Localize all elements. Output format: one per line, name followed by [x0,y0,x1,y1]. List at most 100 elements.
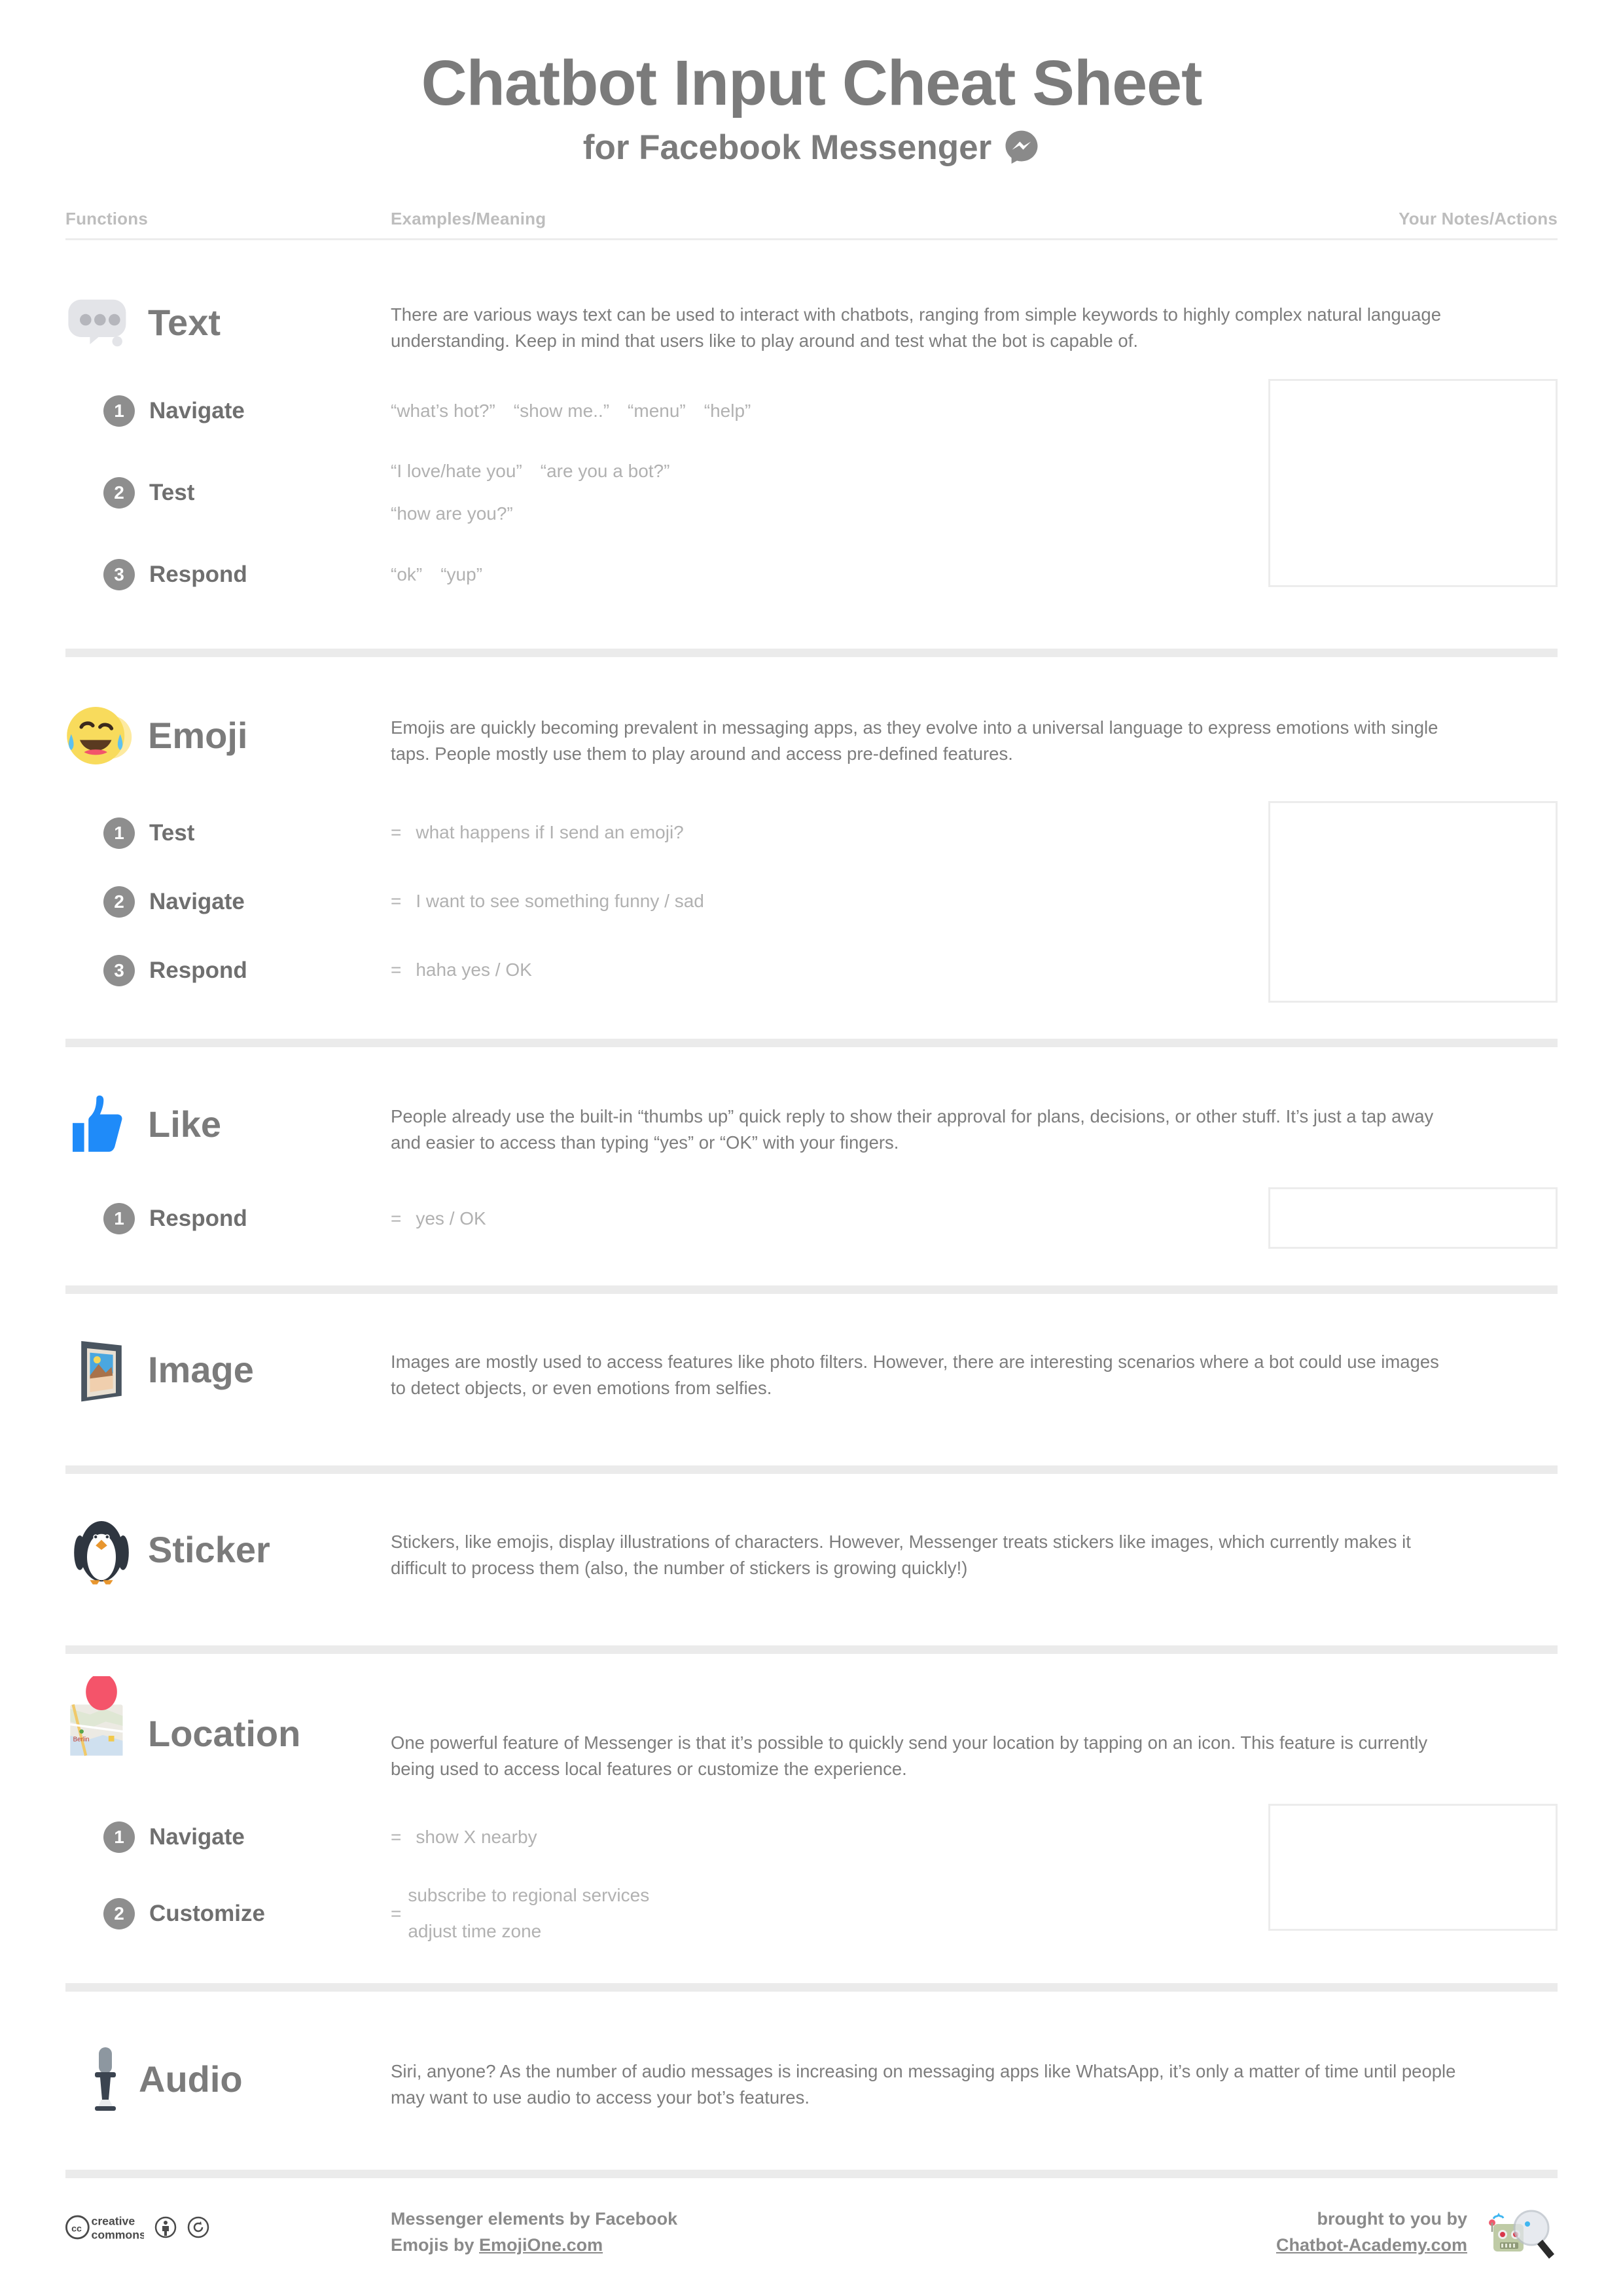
section-image: Image Images are mostly used to access f… [65,1331,1558,1409]
row-examples: “what’s hot?” “show me..” “menu” “help” [391,398,1268,425]
row-function-label: Navigate [149,1823,245,1850]
equals-sign: = [391,891,402,912]
svg-text:cc: cc [71,2223,82,2233]
section-divider [65,1039,1558,1047]
example-item: “ok” [391,564,423,584]
section-location-rows: 1 Navigate = show X nearby 2 Customize = [65,1801,1268,1954]
example-item: “help” [704,400,751,421]
row-examples: “ok” “yup” [391,562,1268,588]
section-location-description: One powerful feature of Messenger is tha… [391,1732,1428,1780]
equals-sign: = [391,1208,402,1229]
section-text-heading: Text [65,283,391,362]
creative-commons-icon: cc creative commons [65,2206,144,2249]
example-item: I want to see something funny / sad [416,891,704,912]
row-function-label: Navigate [149,888,245,914]
section-emoji-heading: Emoji [65,696,391,775]
row-examples: “I love/hate you” “are you a bot?” “how a… [391,458,1268,527]
svg-text:creative: creative [92,2214,135,2227]
row-number-badge: 1 [103,1203,135,1234]
robot-magnifier-icon [1479,2206,1558,2269]
page-header: Chatbot Input Cheat Sheet for Facebook M… [0,0,1623,166]
section-divider [65,649,1558,657]
notes-box-like[interactable] [1268,1187,1558,1249]
page-subtitle: for Facebook Messenger [582,128,992,167]
section-image-description: Images are mostly used to access feature… [391,1352,1439,1399]
example-item: yes / OK [416,1208,486,1229]
section-audio-heading: Audio [65,2040,391,2119]
messenger-logo-icon [1003,129,1040,166]
section-audio-description: Siri, anyone? As the number of audio mes… [391,2060,1456,2108]
section-text: Text There are various ways text can be … [65,283,1558,611]
section-location-title: Location [148,1713,301,1754]
row-number-badge: 3 [103,954,135,986]
section-text-description: There are various ways text can be used … [391,304,1441,351]
section-audio-title: Audio [139,2058,243,2100]
brand-block: brought to you by Chatbot-Academy.com [1276,2206,1558,2269]
section-text-title: Text [148,302,221,343]
example-item: “how are you?” [391,503,513,524]
section-divider [65,1645,1558,1654]
thumbs-up-icon [65,1088,137,1160]
section-emoji: Emoji Emojis are quickly becoming preval… [65,696,1558,1005]
page-title: Chatbot Input Cheat Sheet [421,47,1203,118]
notes-box-text[interactable] [1268,379,1558,587]
map-with-pin-icon: Berlin [65,1676,137,1761]
table-row: 2 Navigate = I want to see something funn… [65,867,1268,936]
credit-messenger-elements: Messenger elements by Facebook [391,2208,678,2229]
credits-block: Messenger elements by Facebook Emojis by… [391,2206,1276,2259]
cc-share-alike-icon [187,2216,209,2238]
column-header-notes: Your Notes/Actions [1399,209,1558,228]
example-item: “I love/hate you” [391,461,522,482]
example-item: haha yes / OK [416,960,532,980]
example-item: “menu” [628,400,686,421]
equals-sign: = [391,1903,402,1924]
chatbot-academy-link[interactable]: Chatbot-Academy.com [1276,2232,1467,2259]
section-sticker-title: Sticker [148,1529,270,1570]
row-number-badge: 2 [103,1897,135,1929]
example-item: “yup” [440,564,483,584]
chat-bubble-dots-icon [65,287,137,359]
row-function-label: Navigate [149,398,245,423]
example-item: what happens if I send an emoji? [416,822,684,843]
table-row: 2 Customize = subscribe to regional serv… [65,1873,1268,1954]
notes-box-location[interactable] [1268,1803,1558,1931]
section-divider [65,2169,1558,2178]
section-location: Berlin Location One powerful feature of … [65,1676,1558,1954]
row-number-badge: 2 [103,477,135,509]
table-row: 1 Test = what happens if I send an emoji? [65,798,1268,867]
section-sticker-heading: Sticker [65,1511,391,1589]
emojione-link[interactable]: EmojiOne.com [479,2235,603,2255]
microphone-icon [82,2043,128,2115]
page-footer: cc creative commons Messenger elements b… [65,2178,1558,2269]
table-row: 1 Navigate = show X nearby [65,1801,1268,1873]
section-audio: Audio Siri, anyone? As the number of aud… [65,2040,1558,2119]
table-row: 2 Test “I love/hate you” “are you a bot?”… [65,447,1268,539]
column-header-functions: Functions [65,209,149,228]
credit-emojis: Emojis by EmojiOne.com [391,2232,1276,2259]
row-function-label: Test [149,819,195,846]
row-number-badge: 1 [103,395,135,427]
example-item: “what’s hot?” [391,400,495,421]
row-examples: = show X nearby [391,1824,1268,1851]
svg-text:commons: commons [92,2228,144,2241]
section-sticker: Sticker Stickers, like emojis, display i… [65,1511,1558,1589]
row-function-label: Customize [149,1900,265,1926]
section-like-description: People already use the built-in “thumbs … [391,1106,1434,1153]
framed-picture-icon [65,1334,137,1406]
row-function-label: Respond [149,957,247,983]
table-row: 3 Respond “ok” “yup” [65,539,1268,611]
section-image-heading: Image [65,1331,391,1409]
section-image-title: Image [148,1349,254,1390]
equals-sign: = [391,822,402,843]
column-header-row: Functions Examples/Meaning Your Notes/Ac… [65,209,1558,240]
row-function-label: Respond [149,562,247,587]
example-item: show X nearby [416,1826,537,1847]
equals-sign: = [391,1826,402,1847]
notes-box-emoji[interactable] [1268,801,1558,1003]
example-item: adjust time zone [408,1920,542,1941]
section-sticker-description: Stickers, like emojis, display illustrat… [391,1532,1411,1579]
page-subtitle-row: for Facebook Messenger [0,129,1623,166]
section-emoji-description: Emojis are quickly becoming prevalent in… [391,717,1438,764]
svg-text:Berlin: Berlin [73,1736,90,1744]
equals-sign: = [391,960,402,980]
